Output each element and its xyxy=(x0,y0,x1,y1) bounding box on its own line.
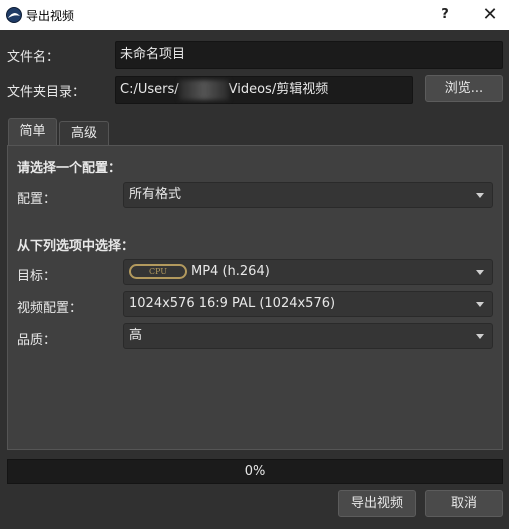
tab-simple[interactable]: 简单 xyxy=(8,118,57,145)
target-label: 目标： xyxy=(17,269,57,284)
target-dropdown[interactable]: CPU MP4 (h.264) xyxy=(123,259,493,285)
help-button[interactable]: ? xyxy=(425,0,465,30)
quality-value: 高 xyxy=(129,328,143,343)
video-profile-dropdown[interactable]: 1024x576 16:9 PAL (1024x576) xyxy=(123,291,493,317)
redacted-username xyxy=(178,79,229,100)
simple-tab-panel: 请选择一个配置： 配置： 所有格式 从下列选项中选择： 目标： CPU MP4 (… xyxy=(7,145,503,450)
progress-text: 0% xyxy=(244,464,266,479)
target-value: MP4 (h.264) xyxy=(191,264,270,279)
folder-path-prefix: C:/Users/ xyxy=(120,82,179,97)
folder-path-suffix: Videos/剪辑视频 xyxy=(228,82,329,97)
export-progress-bar: 0% xyxy=(7,459,503,484)
quality-dropdown[interactable]: 高 xyxy=(123,323,493,349)
browse-button[interactable]: 浏览... xyxy=(425,75,503,102)
chevron-down-icon xyxy=(476,302,484,307)
video-profile-label: 视频配置： xyxy=(17,301,83,316)
close-button[interactable]: ✕ xyxy=(470,0,509,30)
filename-label: 文件名： xyxy=(7,50,60,65)
filename-value: 未命名项目 xyxy=(120,47,186,62)
options-section-heading: 从下列选项中选择： xyxy=(17,239,135,254)
profile-section-heading: 请选择一个配置： xyxy=(17,161,122,176)
profile-label: 配置： xyxy=(17,192,57,207)
folder-label: 文件夹目录： xyxy=(7,85,86,100)
window-title: 导出视频 xyxy=(26,9,75,23)
folder-path-input[interactable]: C:/Users/Videos/剪辑视频 xyxy=(115,76,413,104)
profile-dropdown[interactable]: 所有格式 xyxy=(123,182,493,208)
export-video-button[interactable]: 导出视频 xyxy=(338,490,416,517)
chevron-down-icon xyxy=(476,193,484,198)
video-profile-value: 1024x576 16:9 PAL (1024x576) xyxy=(129,296,336,311)
tab-advanced[interactable]: 高级 xyxy=(59,121,109,145)
chevron-down-icon xyxy=(476,334,484,339)
cpu-badge-icon: CPU xyxy=(129,264,187,279)
cancel-button[interactable]: 取消 xyxy=(425,490,503,517)
filename-input[interactable]: 未命名项目 xyxy=(115,41,503,69)
quality-label: 品质： xyxy=(17,333,57,348)
profile-value: 所有格式 xyxy=(129,187,182,202)
chevron-down-icon xyxy=(476,270,484,275)
title-bar: 导出视频 ? ✕ xyxy=(0,0,509,30)
app-logo-icon xyxy=(6,7,22,23)
